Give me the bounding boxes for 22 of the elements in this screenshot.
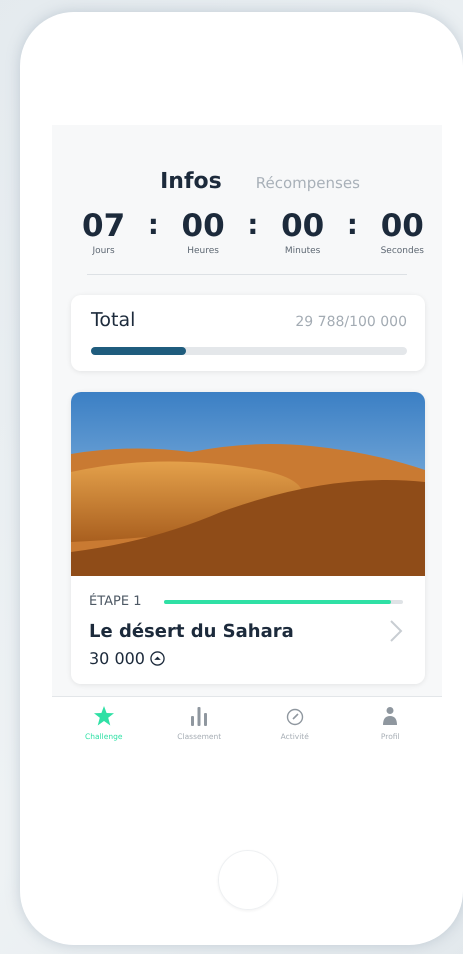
chevron-right-icon [389,619,403,643]
total-reading: 29 788/100 000 [295,314,407,330]
countdown-value: 00 [380,208,424,244]
countdown-value: 07 [82,208,126,244]
countdown-unit: Jours [92,246,115,256]
countdown-value: 00 [281,208,324,244]
stage-label: ÉTAPE 1 [89,594,142,609]
time-separator: : [247,208,258,242]
star-icon [92,705,115,727]
countdown-unit: Secondes [380,246,424,256]
countdown-unit: Heures [187,246,219,256]
time-separator: : [346,208,358,242]
stage-points: 30 000 [89,649,145,668]
stage-title: Le désert du Sahara [89,620,294,642]
tab[interactable]: Infos [160,169,222,194]
coin-icon [150,651,165,666]
total-label: Total [91,309,136,331]
tab[interactable]: Récompenses [256,174,360,192]
countdown-unit: Minutes [284,246,320,256]
countdown-value: 00 [182,208,225,244]
stage-card[interactable]: ÉTAPE 1 Le désert du Sahara 30 000 [71,392,425,684]
time-separator: : [148,208,159,242]
